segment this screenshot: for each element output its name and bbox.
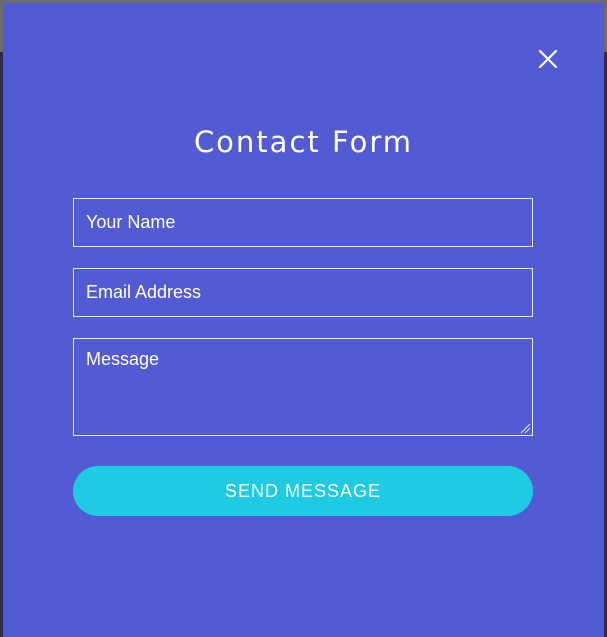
name-input[interactable] xyxy=(73,198,533,247)
form-title: Contact Form xyxy=(193,125,414,159)
close-button[interactable] xyxy=(536,47,560,71)
contact-modal: Contact Form SEND MESSAGE xyxy=(3,3,604,637)
resize-grip-icon[interactable] xyxy=(519,422,531,434)
message-textarea[interactable] xyxy=(73,338,533,436)
close-icon xyxy=(538,49,558,69)
send-message-button[interactable]: SEND MESSAGE xyxy=(73,466,533,516)
email-input[interactable] xyxy=(73,268,533,317)
